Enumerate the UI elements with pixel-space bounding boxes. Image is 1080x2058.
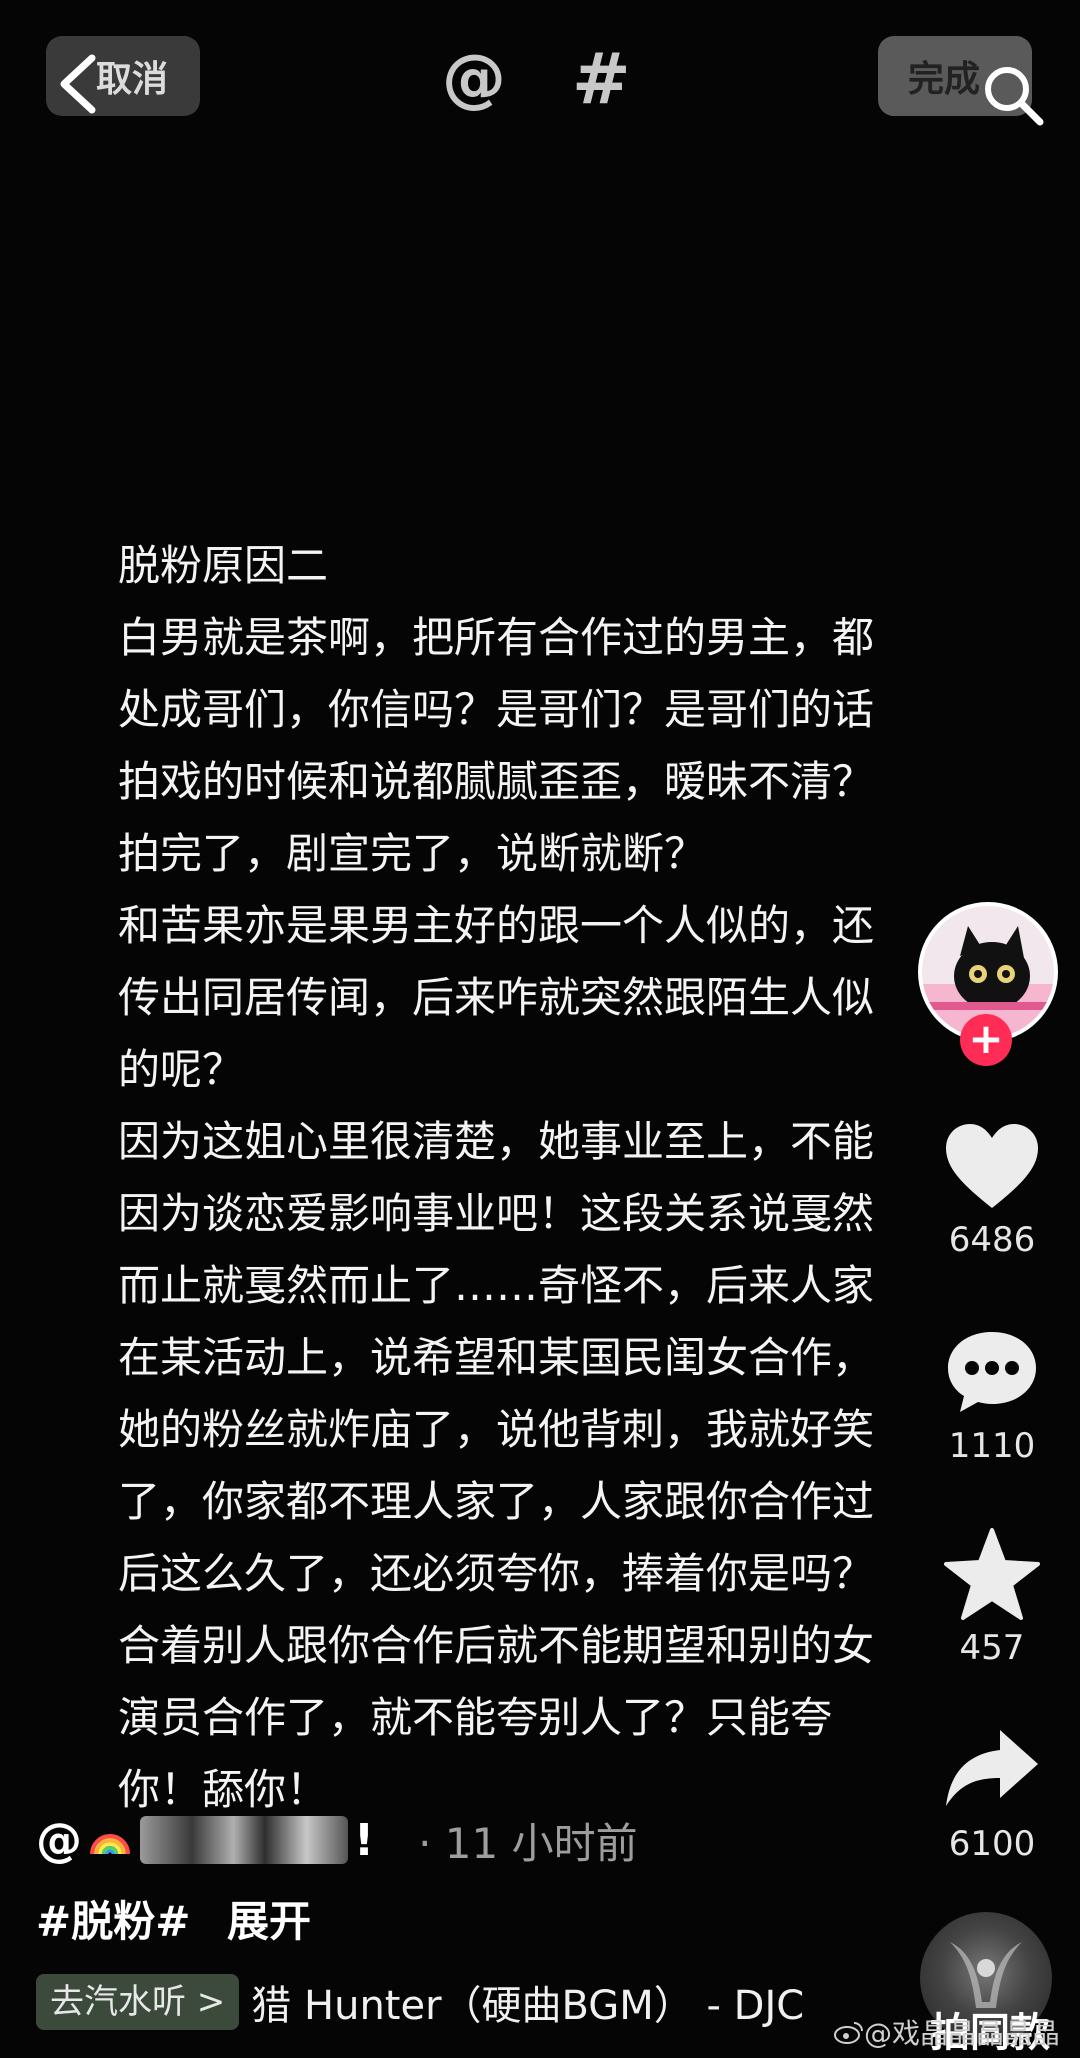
post-line: 传出同居传闻，后来咋就突然跟陌生人似: [118, 973, 875, 1022]
post-time: · 11 小时前: [418, 1818, 638, 1868]
share-count: 6100: [948, 1824, 1036, 1864]
post-line: 白男就是茶啊，把所有合作过的男主，都: [118, 613, 875, 662]
post-text: 脱粉原因二 白男就是茶啊，把所有合作过的男主，都 处成哥们，你信吗？是哥们？是哥…: [118, 530, 948, 1826]
post-line: 而止就戛然而止了……奇怪不，后来人家: [118, 1261, 875, 1310]
favorite-count: 457: [959, 1628, 1025, 1668]
post-line: 脱粉原因二: [118, 541, 329, 590]
like-button[interactable]: 6486: [932, 1120, 1052, 1260]
post-line: 在某活动上，说希望和某国民闺女合作，: [118, 1333, 875, 1382]
cancel-label: 取消: [95, 59, 168, 100]
post-line: 她的粉丝就炸庙了，说他背刺，我就好笑: [118, 1405, 875, 1454]
blurred-username: [140, 1816, 348, 1864]
post-line: 因为这姐心里很清楚，她事业至上，不能: [118, 1117, 875, 1166]
post-line: 处成哥们，你信吗？是哥们？是哥们的话: [118, 685, 875, 734]
weibo-watermark: @戏晶晶晶晶晶: [834, 2012, 1060, 2052]
share-button[interactable]: 6100: [932, 1724, 1052, 1864]
follow-plus-icon[interactable]: +: [960, 1014, 1012, 1066]
post-line: 拍完了，剧宣完了，说断就断？: [118, 829, 707, 878]
post-line: 和苦果亦是果男主好的跟一个人似的，还: [118, 901, 875, 950]
comment-count: 1110: [948, 1426, 1036, 1466]
hashtag-link[interactable]: #脱粉#: [36, 1897, 190, 1946]
mention-button[interactable]: @: [442, 42, 506, 116]
heart-icon: [946, 1124, 1038, 1208]
post-line: 的呢？: [118, 1045, 245, 1094]
post-line: 拍戏的时候和说都腻腻歪歪，暧昧不清？: [118, 757, 875, 806]
expand-button[interactable]: 展开: [227, 1897, 311, 1946]
post-line: 因为谈恋爱影响事业吧！这段关系说戛然: [118, 1189, 875, 1238]
author-avatar-button[interactable]: +: [918, 902, 1058, 1066]
author-row[interactable]: @ ! · 11 小时前: [36, 1808, 638, 1872]
post-line: 了，你家都不理人家了，人家跟你合作过: [118, 1477, 875, 1526]
music-title: 猎 Hunter（硬曲BGM） - DJC: [251, 1983, 805, 2029]
comment-button[interactable]: 1110: [932, 1326, 1052, 1466]
post-line: 合着别人跟你合作后就不能期望和别的女: [118, 1621, 875, 1670]
star-icon: [944, 1528, 1040, 1620]
search-icon[interactable]: [980, 62, 1046, 128]
chevron-left-icon[interactable]: [56, 52, 100, 116]
music-row[interactable]: 去汽水听 > 猎 Hunter（硬曲BGM） - DJC: [36, 1972, 816, 2032]
comment-bubble-icon: [948, 1332, 1036, 1412]
like-count: 6486: [948, 1220, 1036, 1260]
post-line: 演员合作了，就不能夸别人了？只能夸: [118, 1693, 833, 1742]
post-line: 后这么久了，还必须夸你，捧着你是吗？: [118, 1549, 875, 1598]
rainbow-icon: [90, 1834, 130, 1855]
favorite-button[interactable]: 457: [932, 1528, 1052, 1668]
done-label: 完成: [907, 59, 980, 100]
share-arrow-icon: [946, 1730, 1038, 1806]
watermark-text: @戏晶晶晶晶晶: [864, 2017, 1061, 2050]
listen-link[interactable]: 去汽水听 >: [36, 1974, 240, 2030]
tag-row: #脱粉# 展开: [36, 1888, 311, 1949]
username-suffix: !: [354, 1814, 375, 1866]
at-symbol: @: [36, 1813, 82, 1867]
weibo-logo-icon: [834, 2022, 863, 2044]
hashtag-button[interactable]: #: [572, 38, 631, 120]
